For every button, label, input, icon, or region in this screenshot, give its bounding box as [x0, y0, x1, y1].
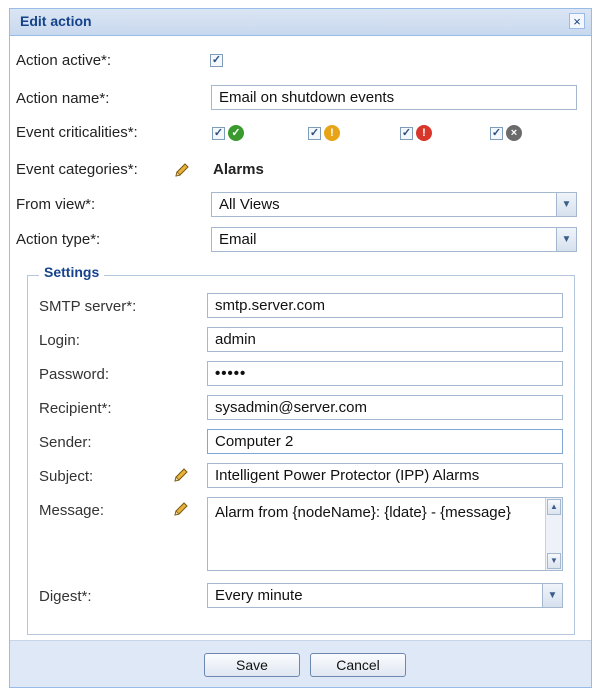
- recipient-input[interactable]: sysadmin@server.com: [207, 395, 563, 420]
- chevron-down-icon[interactable]: ▼: [542, 584, 562, 607]
- pencil-edit-icon[interactable]: [172, 500, 190, 518]
- sender-input[interactable]: Computer 2: [207, 429, 563, 454]
- scroll-up-icon[interactable]: ▲: [547, 499, 561, 515]
- edit-action-dialog: Edit action × Action active*: ✓ Action n…: [9, 8, 592, 688]
- action-name-label: Action name*:: [16, 90, 110, 107]
- event-categories-label: Event categories*:: [16, 161, 138, 178]
- criticality-unknown-checkbox[interactable]: ✓: [490, 127, 503, 140]
- critical-alert-icon: !: [416, 125, 432, 141]
- smtp-server-label: SMTP server*:: [39, 298, 137, 315]
- pencil-edit-icon[interactable]: [172, 466, 190, 484]
- scroll-down-icon[interactable]: ▼: [547, 553, 561, 569]
- unknown-x-icon: ×: [506, 125, 522, 141]
- from-view-select[interactable]: All Views ▼: [211, 192, 577, 217]
- message-text: Alarm from {nodeName}: {ldate} - {messag…: [215, 504, 512, 521]
- password-label: Password:: [39, 366, 110, 383]
- dialog-footer: Save Cancel: [10, 640, 591, 687]
- sender-label: Sender:: [39, 434, 92, 451]
- message-label: Message:: [39, 502, 105, 519]
- from-view-value: All Views: [219, 196, 280, 213]
- login-input[interactable]: admin: [207, 327, 563, 352]
- action-active-checkbox[interactable]: ✓: [210, 54, 223, 67]
- message-scrollbar[interactable]: ▲ ▼: [545, 498, 562, 570]
- action-type-select[interactable]: Email ▼: [211, 227, 577, 252]
- smtp-server-input[interactable]: smtp.server.com: [207, 293, 563, 318]
- save-button[interactable]: Save: [204, 653, 300, 677]
- digest-value: Every minute: [215, 587, 303, 604]
- action-type-label: Action type*:: [16, 231, 101, 248]
- ok-check-icon: ✓: [228, 125, 244, 141]
- dialog-body: Action active*: ✓ Action name*: Email on…: [10, 36, 591, 641]
- action-name-input[interactable]: Email on shutdown events: [211, 85, 577, 110]
- action-type-value: Email: [219, 231, 257, 248]
- chevron-down-icon[interactable]: ▼: [556, 228, 576, 251]
- password-input[interactable]: •••••: [207, 361, 563, 386]
- dialog-title: Edit action: [20, 13, 92, 29]
- cancel-button[interactable]: Cancel: [310, 653, 406, 677]
- login-label: Login:: [39, 332, 80, 349]
- subject-input[interactable]: Intelligent Power Protector (IPP) Alarms: [207, 463, 563, 488]
- event-categories-value: Alarms: [213, 161, 264, 178]
- dialog-titlebar: Edit action ×: [10, 9, 591, 36]
- warning-icon: !: [324, 125, 340, 141]
- message-textarea[interactable]: Alarm from {nodeName}: {ldate} - {messag…: [207, 497, 563, 571]
- criticality-critical-checkbox[interactable]: ✓: [400, 127, 413, 140]
- event-criticalities-label: Event criticalities*:: [16, 124, 138, 141]
- digest-label: Digest*:: [39, 588, 92, 605]
- close-icon[interactable]: ×: [569, 13, 585, 29]
- settings-legend: Settings: [39, 264, 105, 280]
- recipient-label: Recipient*:: [39, 400, 112, 417]
- from-view-label: From view*:: [16, 196, 96, 213]
- subject-label: Subject:: [39, 468, 94, 485]
- pencil-edit-icon[interactable]: [173, 161, 191, 179]
- criticality-ok-checkbox[interactable]: ✓: [212, 127, 225, 140]
- criticality-warning-checkbox[interactable]: ✓: [308, 127, 321, 140]
- digest-select[interactable]: Every minute ▼: [207, 583, 563, 608]
- chevron-down-icon[interactable]: ▼: [556, 193, 576, 216]
- action-active-label: Action active*:: [16, 52, 112, 69]
